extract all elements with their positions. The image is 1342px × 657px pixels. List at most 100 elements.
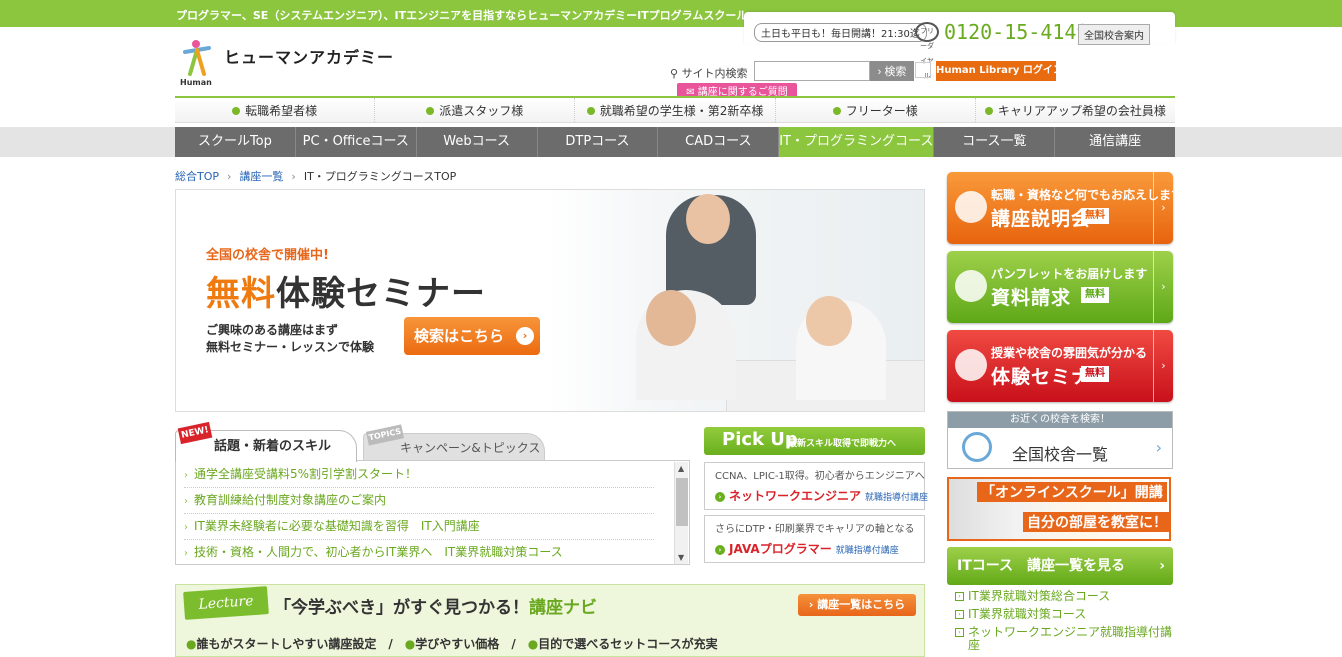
hours-badge: 土日も平日も！毎日開講！21:30迄	[754, 23, 927, 42]
photo-person	[806, 296, 852, 346]
pickup-title: Pick Up	[722, 429, 798, 450]
chevron-right-icon: ›	[291, 170, 296, 183]
course-nav: スクールTop PC・Officeコース Webコース DTPコース CADコー…	[175, 127, 1175, 157]
breadcrumb-current: IT・プログラミングコースTOP	[303, 170, 457, 183]
chevron-right-icon: ›	[184, 548, 188, 559]
course-list-button[interactable]: › 講座一覧はこちら	[798, 594, 916, 616]
chevron-right-icon: ›	[955, 610, 964, 619]
human-library-login-button[interactable]: Human Library ログイン	[936, 61, 1063, 81]
it-course-list-button[interactable]: ITコース 講座一覧を見る ›	[947, 547, 1173, 585]
trial-seminar-button[interactable]: 授業や校舎の雰囲気が分かる 体験セミナー 無料 ›	[947, 330, 1173, 402]
breadcrumb-link[interactable]: 講座一覧	[239, 170, 283, 183]
target-nav-item[interactable]: キャリアアップ希望の会社員様	[976, 98, 1175, 122]
arrow-right-icon: ›	[516, 327, 534, 345]
list-item[interactable]: › IT業界就職対策コース	[955, 608, 1173, 621]
online-school-banner[interactable]: 「オンラインスクール」開講 自分の部屋を教室に！	[947, 477, 1171, 541]
list-item[interactable]: › 技術・資格・人間力で、初心者からIT業界へ IT業界就職対策コース	[184, 540, 654, 564]
chevron-right-icon: ›	[955, 628, 964, 637]
scroll-thumb[interactable]	[676, 478, 688, 526]
bullet-icon	[426, 107, 435, 115]
course-tab[interactable]: Webコース	[417, 127, 538, 157]
chevron-right-icon: ›	[1153, 330, 1173, 402]
pickup-desc: CCNA、LPIC-1取得。初心者からエンジニアへ	[715, 471, 925, 482]
logo-text: ヒューマンアカデミー	[224, 48, 395, 67]
navi-title: 「今学ぶべき」がすぐ見つかる！講座ナビ	[274, 598, 597, 618]
pickup-name: › JAVAプログラマー 就職指導付講座	[715, 540, 899, 557]
scroll-up-icon[interactable]: ▲	[678, 464, 684, 473]
chevron-right-icon: ›	[227, 170, 232, 183]
chevron-right-icon: ›	[955, 592, 964, 601]
course-tab[interactable]: PC・Officeコース	[296, 127, 417, 157]
brochure-button[interactable]: パンフレットをお届けします 資料請求 無料 ›	[947, 251, 1173, 323]
breadcrumb-link[interactable]: 総合TOP	[175, 170, 219, 183]
list-item[interactable]: › IT業界就職対策総合コース	[955, 590, 1173, 603]
pickup-card[interactable]: さらにDTP・印刷業界でキャリアの軸となる › JAVAプログラマー 就職指導付講座	[704, 515, 925, 563]
seminar-button[interactable]: 転職・資格など何でもお応えします 講座説明会 無料 ›	[947, 172, 1173, 244]
course-tab[interactable]: IT・プログラミングコース	[779, 127, 935, 157]
chevron-right-icon: ›	[184, 522, 188, 533]
bullet-icon	[232, 107, 241, 115]
logo-sub: Human	[180, 78, 212, 87]
chevron-right-icon: ›	[1155, 438, 1162, 457]
campus-search-head: お近くの校舎を検索！	[948, 412, 1172, 428]
free-dial-icon: フリーダイヤル	[915, 22, 939, 80]
navi-features: ●誰もがスタートしやすい講座設定 / ●学びやすい価格 / ●目的で選べるセット…	[186, 637, 718, 651]
document-icon	[955, 270, 987, 302]
magnifier-icon	[962, 432, 992, 462]
news-tabs: NEW! 話題・新着のスキル TOPICS キャンペーン&トピックス	[175, 421, 690, 462]
list-item[interactable]: › 教育訓練給付制度対象講座のご案内	[184, 488, 654, 514]
chevron-right-icon: ›	[1153, 251, 1173, 323]
course-tab[interactable]: スクールTop	[175, 127, 296, 157]
photo-person	[686, 194, 730, 244]
hero-search-button[interactable]: 検索はこちら ›	[404, 317, 540, 355]
news-list: › 通学全講座受講料5%割引学割スタート！ › 教育訓練給付制度対象講座のご案内 ›…	[175, 460, 690, 565]
broken-image-icon	[915, 62, 931, 78]
breadcrumb: 総合TOP › 講座一覧 › IT・プログラミングコースTOP	[175, 168, 456, 184]
search-button[interactable]: › 検索	[870, 61, 914, 81]
list-item[interactable]: › IT業界未経験者に必要な基礎知識を習得 IT入門講座	[184, 514, 654, 540]
hero-banner[interactable]: 全国の校舎で開催中! 無料体験セミナー ご興味のある講座はまず 無料セミナー・レッ…	[175, 189, 925, 412]
campus-guide-link[interactable]: 全国校舎案内	[1078, 24, 1150, 45]
phone-number[interactable]: 0120-15-4149	[944, 20, 1089, 44]
pickup-desc: さらにDTP・印刷業界でキャリアの軸となる	[715, 524, 915, 535]
course-tab[interactable]: DTPコース	[538, 127, 659, 157]
target-nav-item[interactable]: 転職希望者様	[175, 98, 376, 122]
news-scrollbar[interactable]: ▲ ▼	[674, 462, 688, 564]
target-nav-item[interactable]: 就職希望の学生様・第2新卒様	[575, 98, 776, 122]
search-label: ⚲ サイト内検索	[670, 67, 748, 80]
bullet-icon	[586, 107, 595, 115]
target-nav-item[interactable]: 派遣スタッフ様	[375, 98, 576, 122]
target-nav: 転職希望者様 派遣スタッフ様 就職希望の学生様・第2新卒様 フリーター様 キャリ…	[175, 96, 1175, 123]
course-tab[interactable]: コース一覧	[934, 127, 1056, 157]
tagline: プログラマー、SE（システムエンジニア）、ITエンジニアを目指すならヒューマンア…	[176, 9, 748, 22]
chevron-right-icon: ›	[184, 496, 188, 507]
chevron-right-icon: ›	[184, 470, 188, 481]
chevron-right-icon: ›	[1153, 172, 1173, 244]
contact-box: 土日も平日も！毎日開講！21:30迄 フリーダイヤル 0120-15-4149 …	[744, 12, 1175, 80]
arrow-right-icon: ›	[715, 545, 725, 555]
campus-search-button[interactable]: お近くの校舎を検索！ 全国校舎一覧 ›	[947, 411, 1173, 469]
search-icon	[955, 191, 987, 223]
photo-person	[646, 290, 696, 346]
bullet-icon	[984, 107, 993, 115]
human-figure-icon	[183, 40, 211, 76]
course-tab[interactable]: CADコース	[658, 127, 780, 157]
target-nav-item[interactable]: フリーター様	[776, 98, 976, 122]
bullet-icon	[832, 107, 841, 115]
hero-title: 無料体験セミナー	[206, 274, 486, 314]
pickup-header: Pick Up 最新スキル取得で即戦力へ	[704, 427, 925, 455]
course-navi: Lecture 「今学ぶべき」がすぐ見つかる！講座ナビ › 講座一覧はこちら ●…	[175, 584, 925, 657]
campus-search-label: 全国校舎一覧	[1012, 445, 1109, 464]
lecture-badge: Lecture	[183, 586, 269, 620]
search-input[interactable]	[754, 61, 870, 81]
list-item[interactable]: › 通学全講座受講料5%割引学割スタート！	[184, 462, 654, 488]
course-tab[interactable]: 通信講座	[1055, 127, 1175, 157]
hero-description: ご興味のある講座はまず 無料セミナー・レッスンで体験	[206, 323, 375, 354]
chevron-right-icon: ›	[1159, 558, 1165, 574]
building-icon	[955, 349, 987, 381]
scroll-down-icon[interactable]: ▼	[678, 553, 684, 562]
list-item[interactable]: › ネットワークエンジニア就職指導付講座	[955, 626, 1173, 652]
logo[interactable]: Human ヒューマンアカデミー	[180, 36, 393, 88]
pickup-card[interactable]: CCNA、LPIC-1取得。初心者からエンジニアへ › ネットワークエンジニア 就職…	[704, 462, 928, 510]
online-subtitle: 自分の部屋を教室に！	[1023, 512, 1171, 532]
